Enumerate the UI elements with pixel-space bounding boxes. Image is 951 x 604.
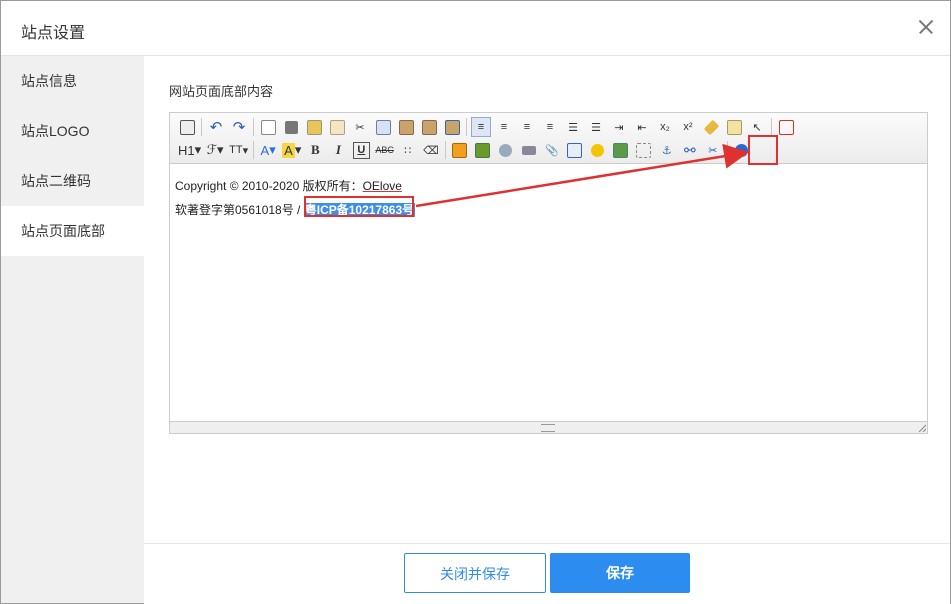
resize-handle-icon[interactable] — [541, 424, 555, 432]
insert-row-icon[interactable] — [450, 140, 470, 160]
font-color-label: A — [260, 142, 270, 158]
heading-dropdown[interactable]: H1 ▾ — [177, 140, 202, 160]
table-icon[interactable] — [565, 140, 585, 160]
settings-dialog: 站点设置 站点信息 站点LOGO 站点二维码 站点页面底部 网站页面底部内容 ↶… — [0, 0, 951, 604]
source-code-icon[interactable] — [177, 117, 197, 137]
toolbar-row-2: H1 ▾ ℱ ▾ TT ▾ A ▾ A ▾ B I U ABC ∷ ⌫ 📎 ⚓ … — [177, 140, 755, 160]
editor-statusbar — [170, 421, 927, 433]
sidebar-item-page-footer[interactable]: 站点页面底部 — [1, 206, 144, 256]
font-color-button[interactable]: A ▾ — [258, 140, 278, 160]
background-color-label: A — [282, 142, 295, 158]
align-justify-icon[interactable]: ≡ — [540, 117, 560, 137]
section-label: 网站页面底部内容 — [169, 84, 274, 99]
annotation-highlight-link-button — [748, 135, 778, 165]
toolbar-separator — [466, 118, 467, 136]
close-and-save-button[interactable]: 关闭并保存 — [404, 553, 546, 593]
print-icon[interactable] — [281, 117, 301, 137]
cursor-icon[interactable]: ↖ — [747, 117, 767, 137]
background-color-button[interactable]: A ▾ — [281, 140, 302, 160]
paste-icon[interactable] — [396, 117, 416, 137]
indent-icon[interactable]: ⇥ — [609, 117, 629, 137]
sidebar-item-site-info[interactable]: 站点信息 — [1, 56, 144, 106]
font-family-label: ℱ — [206, 142, 217, 157]
code-icon[interactable] — [327, 117, 347, 137]
save-button[interactable]: 保存 — [550, 553, 690, 593]
page-break-icon[interactable] — [634, 140, 654, 160]
toolbar-separator — [771, 118, 772, 136]
resize-grip-icon[interactable] — [918, 424, 926, 432]
unlink-icon[interactable]: ✂ — [703, 140, 723, 160]
strikethrough-button[interactable]: ABC — [374, 140, 395, 160]
content-line-1: Copyright © 2010-2020 版权所有：OElove — [175, 174, 922, 198]
font-size-dropdown[interactable]: TT ▾ — [228, 140, 249, 160]
dialog-header: 站点设置 — [1, 1, 950, 56]
undo-icon[interactable]: ↶ — [206, 117, 226, 137]
flash-icon[interactable] — [496, 140, 516, 160]
owner-link-text[interactable]: OElove — [363, 179, 402, 193]
subscript-icon[interactable]: x₂ — [655, 117, 675, 137]
toolbar-separator — [253, 141, 255, 159]
underline-label: U — [352, 141, 370, 159]
close-icon[interactable] — [914, 15, 938, 39]
dialog-title: 站点设置 — [21, 25, 86, 42]
fullscreen-icon[interactable] — [776, 117, 796, 137]
ordered-list-icon[interactable]: ☰ — [563, 117, 583, 137]
image-icon[interactable] — [611, 140, 631, 160]
copyright-text: Copyright © 2010-2020 版权所有： — [175, 179, 363, 193]
align-center-icon[interactable]: ≡ — [494, 117, 514, 137]
select-all-icon[interactable] — [724, 117, 744, 137]
insert-column-icon[interactable] — [473, 140, 493, 160]
toolbar-separator — [253, 118, 254, 136]
media-icon[interactable] — [519, 140, 539, 160]
attachment-icon[interactable]: 📎 — [542, 140, 562, 160]
annotation-highlight-selection — [304, 196, 414, 217]
paste-text-icon[interactable] — [419, 117, 439, 137]
anchor-icon[interactable]: ⚓ — [657, 140, 677, 160]
font-size-label: TT — [229, 144, 243, 156]
preview-icon[interactable] — [258, 117, 278, 137]
dialog-footer: 关闭并保存 保存 — [144, 543, 950, 604]
eraser-icon[interactable]: ⌫ — [421, 140, 441, 160]
emoticon-icon[interactable] — [588, 140, 608, 160]
paste-word-icon[interactable] — [442, 117, 462, 137]
cut-icon[interactable]: ✂ — [350, 117, 370, 137]
copy-icon[interactable] — [373, 117, 393, 137]
italic-button[interactable]: I — [328, 140, 348, 160]
align-right-icon[interactable]: ≡ — [517, 117, 537, 137]
outdent-icon[interactable]: ⇤ — [632, 117, 652, 137]
unordered-list-icon[interactable]: ☰ — [586, 117, 606, 137]
toolbar-separator — [726, 141, 728, 159]
main-panel: 网站页面底部内容 ↶ ↷ ✂ ≡ ≡ ≡ ≡ ☰ ☰ ⇥ ⇤ x₂ x² ↖ H… — [144, 56, 950, 543]
bold-button[interactable]: B — [305, 140, 325, 160]
editor-toolbar: ↶ ↷ ✂ ≡ ≡ ≡ ≡ ☰ ☰ ⇥ ⇤ x₂ x² ↖ H1 ▾ ℱ ▾ T… — [170, 113, 927, 164]
heading-label: H1 — [178, 142, 195, 158]
clear-format-icon[interactable] — [701, 117, 721, 137]
sidebar-item-site-logo[interactable]: 站点LOGO — [1, 106, 144, 156]
toolbar-separator — [201, 118, 202, 136]
font-family-dropdown[interactable]: ℱ ▾ — [205, 140, 225, 160]
sidebar-item-site-qrcode[interactable]: 站点二维码 — [1, 156, 144, 206]
editor-content[interactable]: Copyright © 2010-2020 版权所有：OElove 软著登字第0… — [170, 164, 927, 421]
toolbar-separator — [444, 141, 446, 159]
content-line-2: 软著登字第0561018号 / 粤ICP备10217863号 — [175, 198, 922, 222]
horizontal-rule-icon[interactable]: ∷ — [398, 140, 418, 160]
underline-button[interactable]: U — [351, 140, 371, 160]
redo-icon[interactable]: ↷ — [229, 117, 249, 137]
settings-sidebar: 站点信息 站点LOGO 站点二维码 站点页面底部 — [1, 56, 144, 603]
link-icon[interactable]: ⚯ — [680, 140, 700, 160]
template-icon[interactable] — [304, 117, 324, 137]
software-copyright-text: 软著登字第0561018号 / — [175, 203, 304, 217]
superscript-icon[interactable]: x² — [678, 117, 698, 137]
align-left-icon[interactable]: ≡ — [471, 117, 491, 137]
rich-text-editor: ↶ ↷ ✂ ≡ ≡ ≡ ≡ ☰ ☰ ⇥ ⇤ x₂ x² ↖ H1 ▾ ℱ ▾ T… — [169, 112, 928, 434]
toolbar-row-1: ↶ ↷ ✂ ≡ ≡ ≡ ≡ ☰ ☰ ⇥ ⇤ x₂ x² ↖ — [177, 117, 799, 137]
